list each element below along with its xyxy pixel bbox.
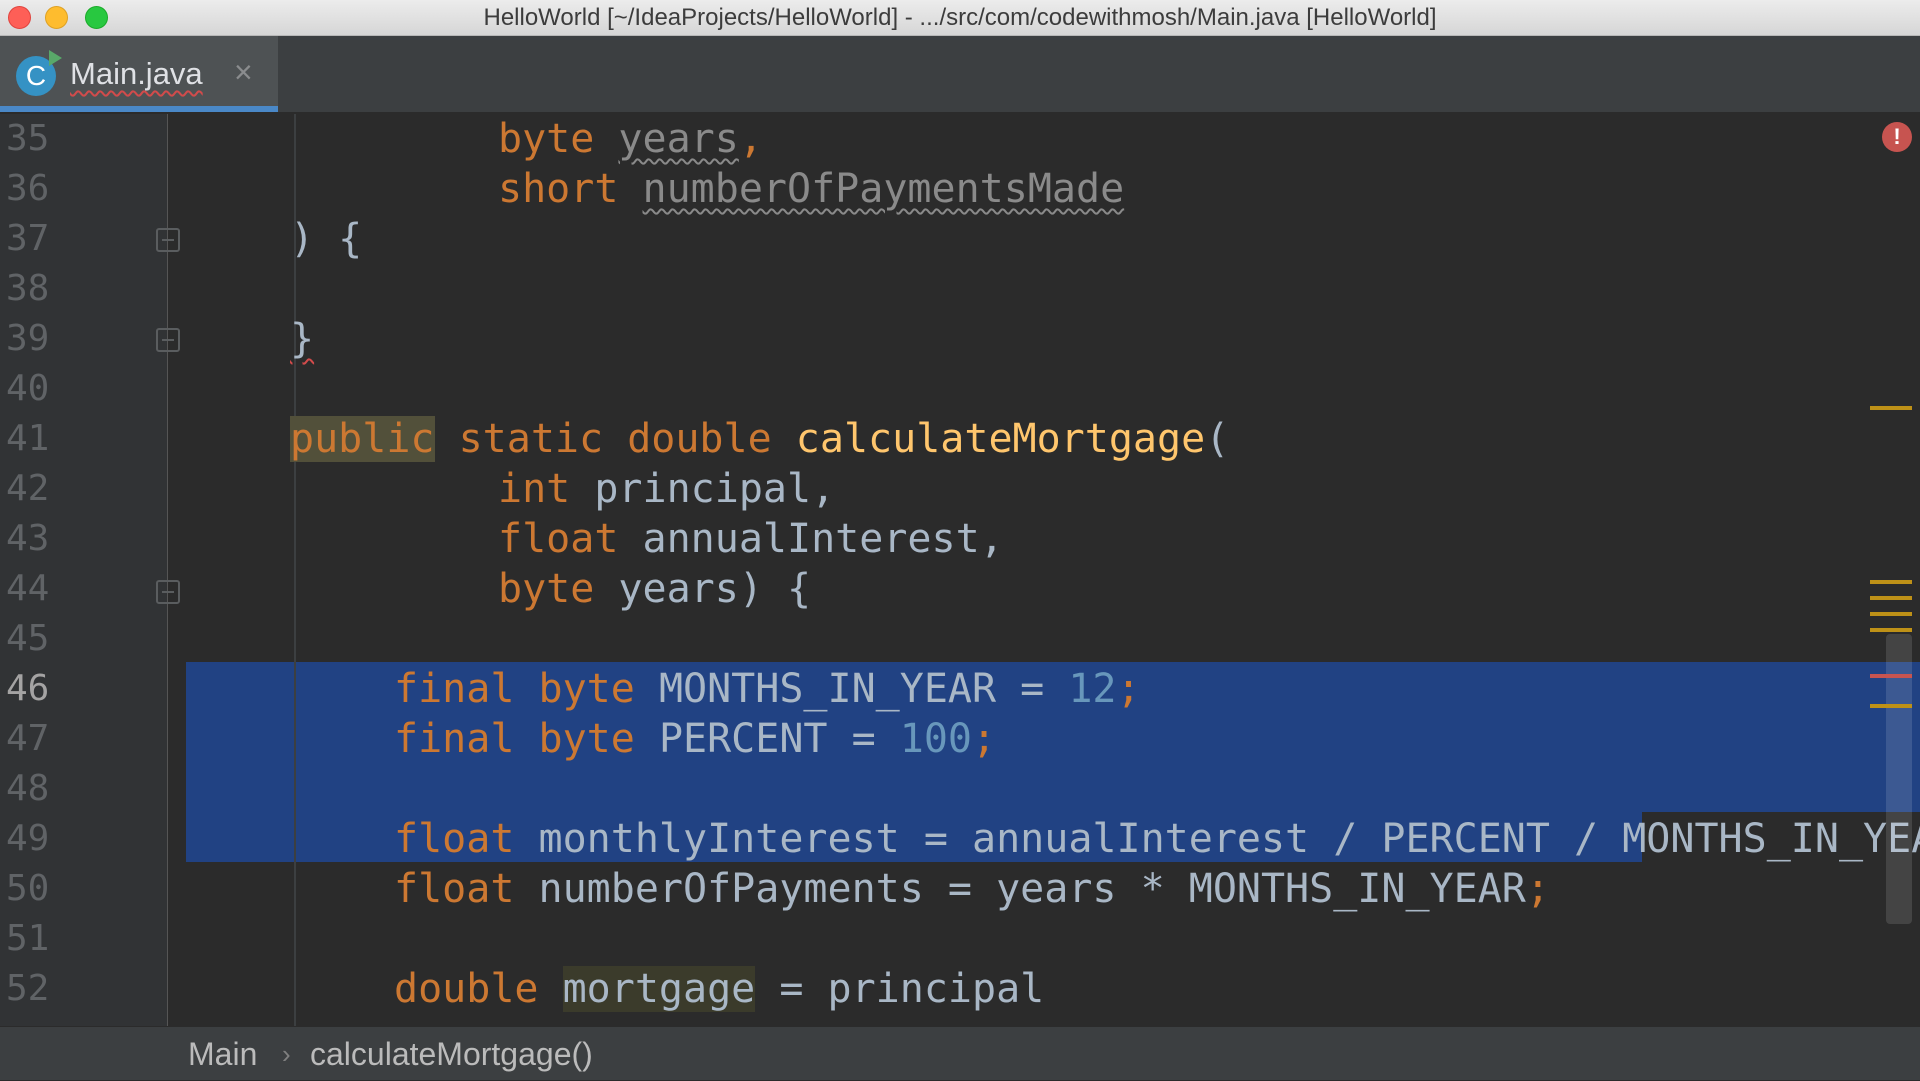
code-token: double	[627, 416, 772, 462]
warning-marker[interactable]	[1870, 596, 1912, 600]
window-titlebar: HelloWorld [~/IdeaProjects/HelloWorld] -…	[0, 0, 1920, 36]
tab-main-java[interactable]: C Main.java ×	[0, 36, 278, 112]
code-line: 50 float numberOfPayments = years * MONT…	[0, 864, 1900, 914]
line-number: 35	[6, 118, 50, 159]
code-line: 52 double mortgage = principal	[0, 964, 1900, 1014]
line-number: 49	[6, 818, 50, 859]
code-token: ;	[972, 716, 997, 762]
code-token: = principal	[755, 966, 1045, 1012]
code-line: 35 byte years,	[0, 114, 1900, 164]
line-number: 40	[6, 368, 50, 409]
line-number: 47	[6, 718, 50, 759]
code-line: 41 public static double calculateMortgag…	[0, 414, 1900, 464]
warning-marker[interactable]	[1870, 704, 1912, 708]
warning-marker[interactable]	[1870, 612, 1912, 616]
line-number: 50	[6, 868, 50, 909]
code-line: 44 byte years) {	[0, 564, 1900, 614]
code-token: final	[394, 666, 515, 712]
code-token: years) {	[618, 566, 812, 612]
code-token: numberOfPayments = years * MONTHS_IN_YEA…	[538, 866, 1526, 912]
code-line: 36 short numberOfPaymentsMade	[0, 164, 1900, 214]
code-line: 47 final byte PERCENT = 100;	[0, 714, 1900, 764]
code-token: (	[1205, 416, 1230, 462]
line-number-current: 46	[6, 668, 50, 709]
code-token: MONTHS_IN_YEAR =	[658, 666, 1069, 712]
code-line: 42 int principal,	[0, 464, 1900, 514]
code-token: float	[394, 816, 515, 862]
code-token: ;	[1525, 866, 1550, 912]
close-icon[interactable]: ×	[234, 54, 253, 91]
code-token: int	[498, 466, 571, 512]
line-number: 43	[6, 518, 50, 559]
code-token: years	[618, 116, 739, 162]
line-number: 42	[6, 468, 50, 509]
line-number: 41	[6, 418, 50, 459]
code-line: 38	[0, 264, 1900, 314]
code-token: calculateMortgage	[795, 416, 1206, 462]
warning-marker[interactable]	[1870, 580, 1912, 584]
code-editor[interactable]: 35 byte years, 36 short numberOfPayments…	[0, 114, 1920, 1026]
line-number: 51	[6, 918, 50, 959]
code-token: monthlyInterest = annualInterest / PERCE…	[538, 816, 1920, 862]
line-number: 39	[6, 318, 50, 359]
code-token: 100	[899, 716, 973, 762]
code-token: byte	[498, 566, 595, 612]
code-token: ) {	[290, 216, 363, 262]
code-token: annualInterest,	[642, 516, 1004, 562]
active-tab-indicator	[0, 106, 278, 112]
code-token: principal,	[594, 466, 836, 512]
code-line: 43 float annualInterest,	[0, 514, 1900, 564]
code-token: ;	[1116, 666, 1141, 712]
code-token: final	[394, 716, 515, 762]
error-marker[interactable]	[1870, 674, 1912, 678]
code-line: 49 float monthlyInterest = annualInteres…	[0, 814, 1920, 864]
breadcrumb-method[interactable]: calculateMortgage()	[310, 1027, 593, 1081]
code-token: double	[394, 966, 539, 1012]
code-line: 40	[0, 364, 1900, 414]
line-number: 52	[6, 968, 50, 1009]
line-number: 45	[6, 618, 50, 659]
breadcrumb-class[interactable]: Main	[188, 1027, 257, 1081]
code-token: mortgage	[562, 966, 756, 1012]
code-line: 46 final byte MONTHS_IN_YEAR = 12;	[0, 664, 1900, 714]
code-token: byte	[538, 716, 635, 762]
java-class-icon: C	[16, 50, 62, 96]
code-line: 45	[0, 614, 1900, 664]
breadcrumb: Main › calculateMortgage()	[0, 1026, 1920, 1080]
code-token: float	[394, 866, 515, 912]
code-token: ,	[738, 116, 763, 162]
code-token: 12	[1068, 666, 1117, 712]
tab-label: Main.java	[70, 56, 203, 91]
warning-marker[interactable]	[1870, 628, 1912, 632]
code-token: numberOfPaymentsMade	[642, 166, 1125, 212]
line-number: 44	[6, 568, 50, 609]
editor-tab-bar: C Main.java ×	[0, 36, 1920, 114]
code-token: float	[498, 516, 619, 562]
line-number: 48	[6, 768, 50, 809]
code-token: byte	[498, 116, 595, 162]
window-title: HelloWorld [~/IdeaProjects/HelloWorld] -…	[483, 4, 1437, 31]
code-token: PERCENT =	[658, 716, 900, 762]
line-number: 37	[6, 218, 50, 259]
line-number: 38	[6, 268, 50, 309]
code-token: short	[498, 166, 619, 212]
line-number: 36	[6, 168, 50, 209]
warning-marker[interactable]	[1870, 406, 1912, 410]
code-token: public	[290, 416, 435, 462]
code-line: 48	[0, 764, 1900, 814]
code-token: byte	[538, 666, 635, 712]
error-icon[interactable]: !	[1882, 122, 1912, 152]
code-token: }	[290, 316, 315, 362]
chevron-right-icon: ›	[282, 1039, 291, 1069]
code-token: static	[458, 416, 604, 462]
code-line: 51	[0, 914, 1900, 964]
code-line: 37 ) {	[0, 214, 1900, 264]
code-line: 39 }	[0, 314, 1900, 364]
